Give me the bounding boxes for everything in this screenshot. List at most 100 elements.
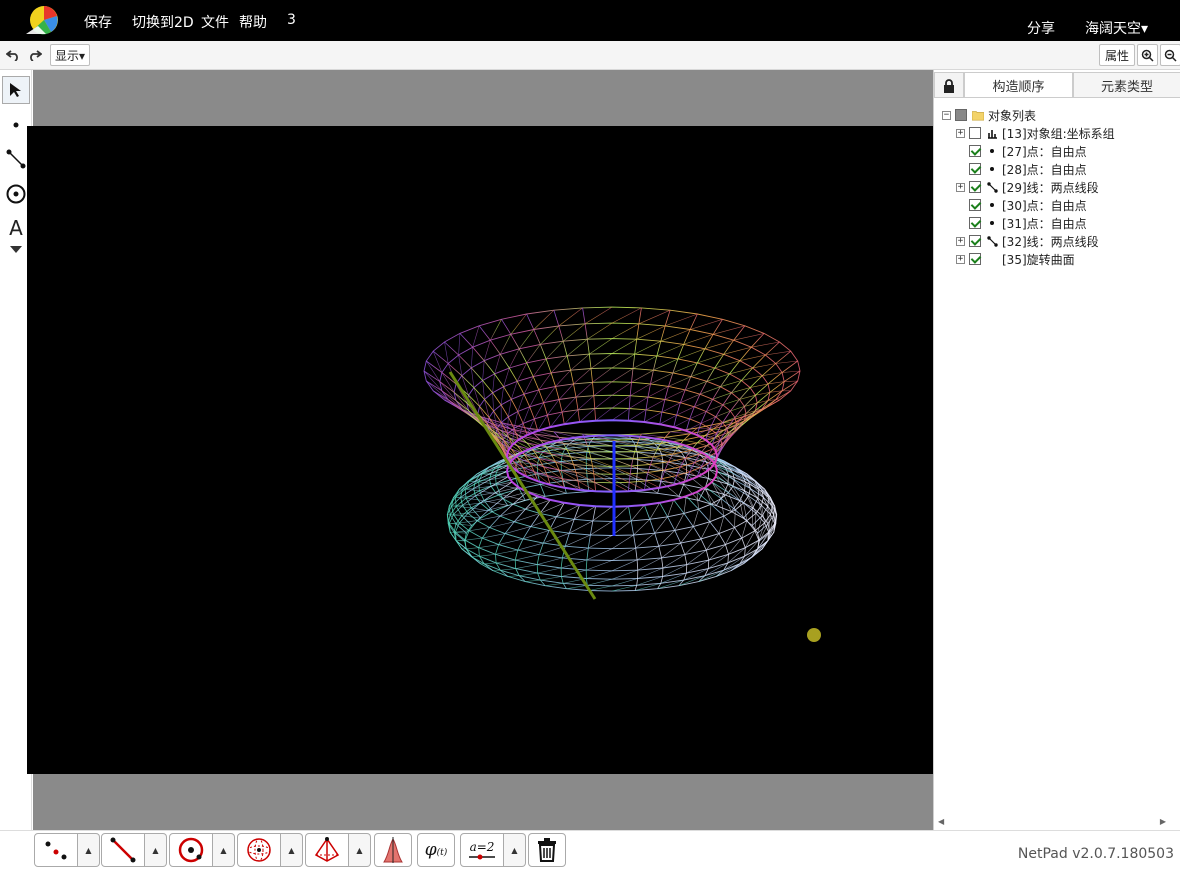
points-icon [45,841,67,860]
redo-button[interactable] [25,44,45,66]
circle-icon [6,184,26,204]
collapse-toggle[interactable]: − [942,110,951,120]
expand-toggle[interactable]: + [956,128,965,138]
lock-tab[interactable] [934,72,964,98]
point-icon [986,217,998,229]
tree-item[interactable]: [28]点：自由点 [956,160,1178,178]
visibility-checkbox[interactable] [969,235,981,247]
parameter-caret[interactable]: ▲ [504,833,526,867]
visibility-checkbox[interactable] [969,217,981,229]
help-menu[interactable]: 帮助 [239,12,267,32]
tree-item[interactable]: [27]点：自由点 [956,142,1178,160]
tree-root-label: 对象列表 [988,108,1037,123]
tree-item[interactable]: + [32]线：两点线段 [956,232,1178,250]
caret-down-icon [10,246,22,253]
parameter-tool-group: a=2 ▲ [460,833,526,867]
redo-icon [30,50,42,61]
bottom-toolbar: ▲ ▲ ▲ ▲ ▲ φ(t) a=2 ▲ NetPad v2.0.7.18050… [0,830,1180,872]
visibility-checkbox[interactable] [969,163,981,175]
tab-construction-order[interactable]: 构造顺序 [964,72,1073,98]
visibility-checkbox[interactable] [969,181,981,193]
polyhedron-tools-button[interactable] [305,833,349,867]
point-tools-caret[interactable]: ▲ [78,833,100,867]
line-tools-button[interactable] [101,833,145,867]
tree-item[interactable]: + [13]对象组:坐标系组 [956,124,1178,142]
expand-toggle[interactable]: + [956,182,965,192]
line-tool-group: ▲ [101,833,167,867]
version-label: NetPad v2.0.7.180503 [1017,846,1174,862]
visibility-checkbox[interactable] [969,145,981,157]
share-button[interactable]: 分享 [1027,18,1055,38]
zoom-in-icon [1141,49,1154,62]
surface-mesh [423,306,801,592]
text-tool[interactable]: A [2,214,30,242]
tree-item[interactable]: [31]点：自由点 [956,214,1178,232]
tree-item[interactable]: + [29]线：两点线段 [956,178,1178,196]
rotation-surface-icon [383,837,403,863]
expand-toggle[interactable]: + [956,254,965,264]
lock-icon [944,78,954,93]
more-tools-button[interactable] [2,240,30,260]
zoom-in-button[interactable] [1137,44,1158,66]
circle-tool-group: ▲ [169,833,235,867]
root-checkbox[interactable] [955,109,967,121]
rotation-surface-button[interactable] [374,833,412,867]
point-tool[interactable] [2,111,30,139]
toolbar: 显示▾ 属性 [0,41,1180,70]
page-number-menu[interactable]: 3 [287,12,296,28]
visibility-checkbox[interactable] [969,199,981,211]
segment-icon [986,235,998,247]
object-tree: − 对象列表 + [13]对象组:坐标系组 [27]点：自由点 [28]点：自由点 + [… [942,106,1178,268]
switch-2d-menu[interactable]: 切换到2D [132,12,194,32]
segment-tool[interactable] [2,145,30,173]
3d-viewport[interactable] [27,126,933,774]
object-panel: 构造顺序 元素类型 − 对象列表 + [13]对象组:坐标系组 [27]点：自由点 [… [933,70,1180,830]
sphere-tools-button[interactable] [237,833,281,867]
point-icon [986,145,998,157]
circle-tools-button[interactable] [169,833,213,867]
tree-root[interactable]: − 对象列表 [942,106,1178,124]
zoom-out-button[interactable] [1160,44,1180,66]
tree-item[interactable]: + [35]旋转曲面 [956,250,1178,268]
tab-element-type[interactable]: 元素类型 [1073,72,1180,98]
parameter-button[interactable]: a=2 [460,833,504,867]
tree-item-label: [30]点：自由点 [1002,198,1087,213]
sphere-tools-caret[interactable]: ▲ [281,833,303,867]
tree-item[interactable]: [30]点：自由点 [956,196,1178,214]
properties-button[interactable]: 属性 [1099,44,1135,66]
app-logo-icon[interactable] [24,4,60,38]
expand-toggle[interactable]: + [956,236,965,246]
rotation-surface-render[interactable] [27,126,933,774]
yellow-point[interactable] [807,628,821,642]
select-tool[interactable] [2,76,30,104]
delete-tool-group [528,833,566,867]
tree-item-label: [31]点：自由点 [1002,216,1087,231]
zoom-out-icon [1164,49,1177,62]
display-dropdown[interactable]: 显示▾ [50,44,90,66]
function-tool-group: φ(t) [417,833,455,867]
point-icon [986,163,998,175]
point-tools-button[interactable] [34,833,78,867]
polyhedron-tool-group: ▲ [305,833,371,867]
point-tool-group: ▲ [34,833,100,867]
line-tools-caret[interactable]: ▲ [145,833,167,867]
point-icon [986,199,998,211]
chart-icon [986,127,998,139]
sphere-icon [247,838,271,862]
scroll-left-icon[interactable]: ◀ [938,817,944,826]
circle-tool[interactable] [2,180,30,208]
polyhedron-tools-caret[interactable]: ▲ [349,833,371,867]
line-segment-icon [110,837,136,863]
file-menu[interactable]: 文件 [201,12,229,32]
undo-button[interactable] [3,44,23,66]
circle-tools-caret[interactable]: ▲ [213,833,235,867]
user-menu[interactable]: 海阔天空▾ [1085,18,1148,38]
save-menu[interactable]: 保存 [84,12,112,32]
function-button[interactable]: φ(t) [417,833,455,867]
visibility-checkbox[interactable] [969,253,981,265]
scroll-right-icon[interactable]: ▶ [1160,817,1166,826]
delete-button[interactable] [528,833,566,867]
visibility-checkbox[interactable] [969,127,981,139]
pyramid-icon [314,837,340,862]
phi-function-icon: φ(t) [424,840,448,860]
